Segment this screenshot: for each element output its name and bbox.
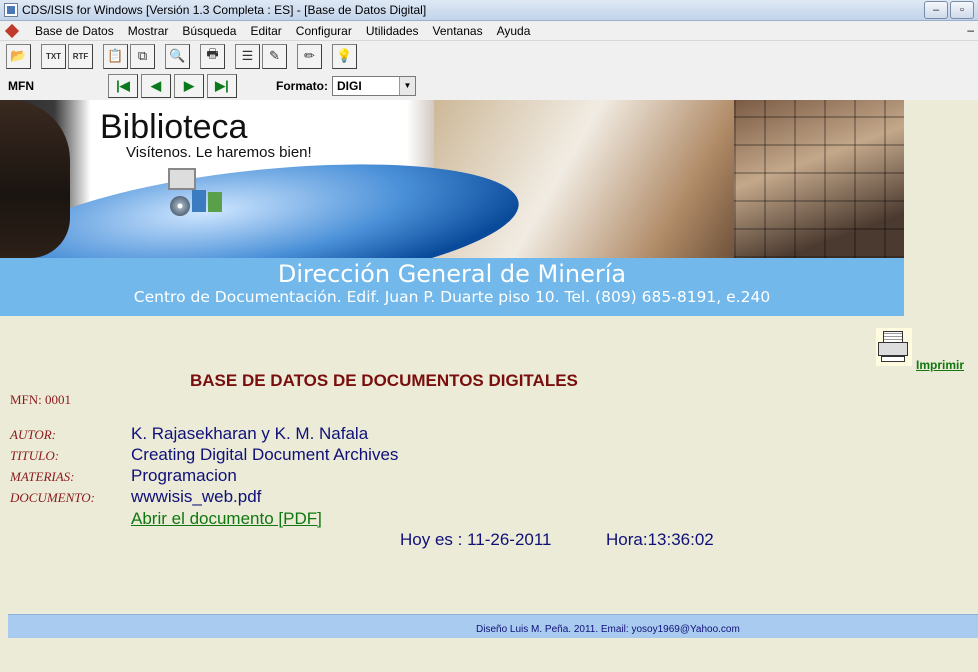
menu-utilidades[interactable]: Utilidades [359,24,426,38]
titulo-value: Creating Digital Document Archives [131,445,399,464]
export-txt-button[interactable]: TXT [41,43,66,69]
record-display-area: Biblioteca Visítenos. Le haremos bien! D… [0,100,978,672]
preview-icon: 🔍 [169,48,186,63]
list-button[interactable]: ☰ [235,43,260,69]
minimize-button[interactable]: – [924,1,948,19]
restore-button[interactable]: ▫ [950,1,974,19]
menu-busqueda[interactable]: Búsqueda [175,24,243,38]
mdi-minimize-button[interactable]: – [967,23,974,37]
next-record-button[interactable]: ▶ [174,73,204,98]
title-bar: CDS/ISIS for Windows [Versión 1.3 Comple… [0,0,978,21]
record-heading: BASE DE DATOS DE DOCUMENTOS DIGITALES [190,371,578,390]
pencil-icon: ✏ [304,48,315,63]
banner-title: Biblioteca [100,108,248,146]
printer-icon[interactable] [876,328,912,366]
banner-subtitle: Visítenos. Le haremos bien! [126,144,312,161]
copy-db-button[interactable]: ⧉ [130,43,155,69]
materias-label: MATERIAS: [10,469,75,484]
print-link[interactable]: Imprimir [916,358,964,372]
current-date: Hoy es : 11-26-2011 [400,530,552,549]
mfn-number: MFN: 0001 [10,392,72,407]
edit-record-button[interactable]: ✎ [262,43,287,69]
last-record-icon: ▶| [215,77,229,93]
open-folder-icon: 📂 [10,48,27,63]
dropdown-arrow-icon[interactable]: ▼ [399,76,415,95]
materias-value: Programacion [131,466,237,485]
first-record-button[interactable]: |◀ [108,73,138,98]
clipboard-button[interactable]: 📋 [103,43,128,69]
menu-configurar[interactable]: Configurar [289,24,359,38]
pencil-button[interactable]: ✏ [297,43,322,69]
formato-value: DIGI [337,78,362,93]
computer-books-icon [168,168,230,222]
photo-collage [734,100,904,258]
menu-ayuda[interactable]: Ayuda [490,24,538,38]
next-record-icon: ▶ [184,77,194,93]
print-icon: 🖶 [206,46,219,61]
reader-silhouette [0,100,70,258]
first-record-icon: |◀ [116,77,130,93]
list-icon: ☰ [241,48,254,63]
formato-select[interactable]: DIGI ▼ [332,75,416,96]
organization-address: Centro de Documentación. Edif. Juan P. D… [133,288,771,306]
window-controls: – ▫ [924,1,974,19]
menu-mostrar[interactable]: Mostrar [121,24,176,38]
app-menu-icon[interactable] [4,23,20,39]
autor-label: AUTOR: [10,427,56,442]
open-document-link[interactable]: Abrir el documento [PDF] [131,509,322,529]
txt-file-icon: TXT [45,51,62,61]
lightbulb-icon: 💡 [336,48,353,63]
current-time: Hora:13:36:02 [606,530,714,549]
autor-value: K. Rajasekharan y K. M. Nafala [131,424,369,443]
menu-editar[interactable]: Editar [243,24,288,38]
window-title: CDS/ISIS for Windows [Versión 1.3 Comple… [22,3,427,17]
print-button[interactable]: 🖶 [200,43,225,69]
menu-bar: Base de Datos Mostrar Búsqueda Editar Co… [0,21,978,41]
help-tip-button[interactable]: 💡 [332,43,357,69]
library-banner: Biblioteca Visítenos. Le haremos bien! [0,100,904,258]
header-strip: Dirección General de Minería Centro de D… [0,258,904,316]
menu-ventanas[interactable]: Ventanas [426,24,490,38]
toolbar: 📂 TXT RTF 📋 ⧉ 🔍 🖶 ☰ ✎ ✏ 💡 [0,41,978,71]
documento-value: wwwisis_web.pdf [131,487,262,506]
previous-record-button[interactable]: ◀ [141,73,171,98]
formato-label: Formato: [276,78,328,93]
mfn-label: MFN [8,78,34,93]
export-rtf-button[interactable]: RTF [68,43,93,69]
edit-record-icon: ✎ [269,48,280,63]
app-icon [4,3,18,17]
rtf-file-icon: RTF [72,51,89,61]
organization-name: Dirección General de Minería [277,260,627,288]
documento-label: DOCUMENTO: [10,490,95,505]
footer-credit: Diseño Luis M. Peña. 2011. Email: yosoy1… [476,624,740,635]
menu-base-de-datos[interactable]: Base de Datos [28,24,121,38]
clipboard-icon: 📋 [107,48,124,63]
last-record-button[interactable]: ▶| [207,73,237,98]
open-database-button[interactable]: 📂 [6,43,31,69]
titulo-label: TITULO: [10,448,60,463]
preview-button[interactable]: 🔍 [165,43,190,69]
copy-db-icon: ⧉ [137,48,148,63]
previous-record-icon: ◀ [151,77,161,93]
record-navigation-bar: MFN |◀ ◀ ▶ ▶| Formato: DIGI ▼ [0,71,978,100]
